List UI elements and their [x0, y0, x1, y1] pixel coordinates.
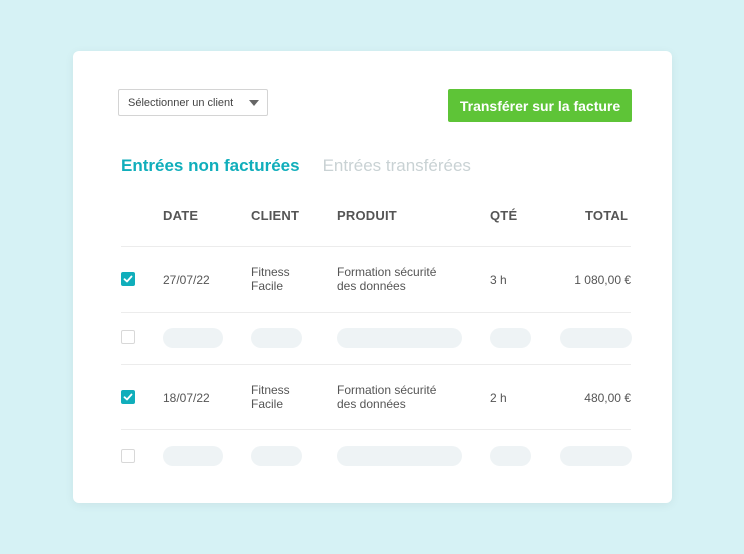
tab-unbilled-entries[interactable]: Entrées non facturées: [121, 156, 300, 176]
row-date: 18/07/22: [163, 391, 210, 405]
tabs: Entrées non facturées Entrées transférée…: [121, 156, 471, 176]
row-divider: [121, 312, 631, 313]
row-client-line: Fitness: [251, 265, 290, 279]
row-product-line: Formation sécurité: [337, 265, 437, 279]
tab-transferred-entries[interactable]: Entrées transférées: [323, 156, 471, 176]
row-date: 27/07/22: [163, 273, 210, 287]
placeholder-bar: [560, 328, 632, 348]
row-checkbox[interactable]: [121, 272, 135, 286]
row-client: Fitness Facile: [251, 265, 290, 293]
row-product: Formation sécurité des données: [337, 383, 436, 411]
placeholder-bar: [337, 328, 462, 348]
caret-down-icon: [249, 100, 259, 106]
row-total: 480,00 €: [584, 391, 631, 405]
row-total: 1 080,00 €: [574, 273, 631, 287]
row-checkbox[interactable]: [121, 390, 135, 404]
row-checkbox[interactable]: [121, 449, 135, 463]
row-product-line: des données: [337, 397, 406, 411]
client-select[interactable]: Sélectionner un client: [118, 89, 268, 116]
transfer-to-invoice-button[interactable]: Transférer sur la facture: [448, 89, 632, 122]
row-client-line: Facile: [251, 397, 284, 411]
row-divider: [121, 364, 631, 365]
row-product-line: Formation sécurité: [337, 383, 437, 397]
client-select-value: Sélectionner un client: [128, 96, 234, 109]
placeholder-bar: [163, 328, 223, 348]
row-client-line: Fitness: [251, 383, 290, 397]
entries-card: Sélectionner un client Transférer sur la…: [73, 51, 672, 503]
row-product-line: des données: [337, 279, 406, 293]
row-divider: [121, 429, 631, 430]
header-qty[interactable]: QTÉ: [490, 208, 517, 223]
row-product: Formation sécurité des données: [337, 265, 436, 293]
placeholder-bar: [337, 446, 462, 466]
placeholder-bar: [560, 446, 632, 466]
placeholder-bar: [163, 446, 223, 466]
header-product[interactable]: PRODUIT: [337, 208, 397, 223]
checkmark-icon: [123, 275, 133, 283]
row-client-line: Facile: [251, 279, 284, 293]
placeholder-bar: [251, 328, 302, 348]
header-date[interactable]: DATE: [163, 208, 198, 223]
placeholder-bar: [251, 446, 302, 466]
row-checkbox[interactable]: [121, 330, 135, 344]
checkmark-icon: [123, 393, 133, 401]
row-qty: 2 h: [490, 391, 507, 405]
placeholder-bar: [490, 446, 531, 466]
row-divider: [121, 246, 631, 247]
placeholder-bar: [490, 328, 531, 348]
row-qty: 3 h: [490, 273, 507, 287]
row-client: Fitness Facile: [251, 383, 290, 411]
header-client[interactable]: CLIENT: [251, 208, 299, 223]
header-total[interactable]: TOTAL: [585, 208, 628, 223]
